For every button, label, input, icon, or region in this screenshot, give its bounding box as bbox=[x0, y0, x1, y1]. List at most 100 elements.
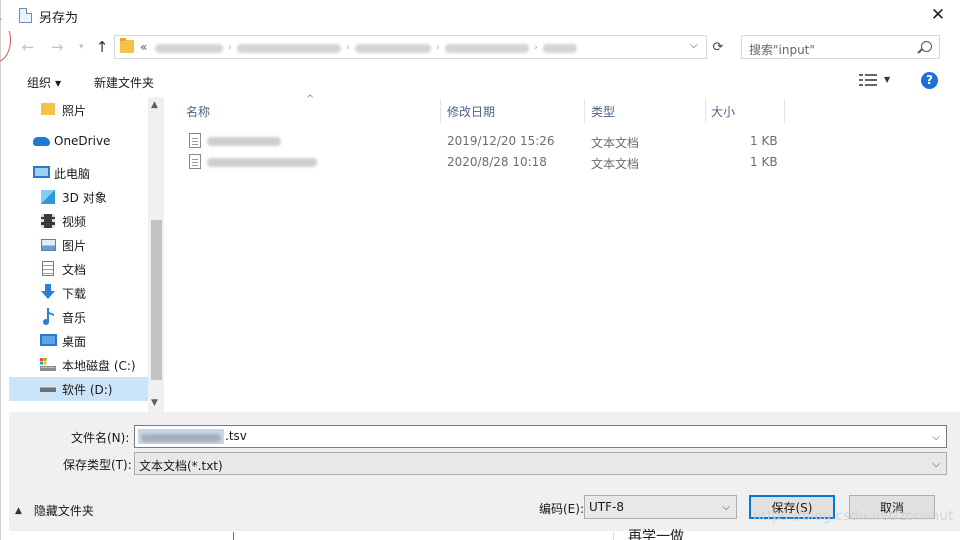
chevron-down-icon: ⌵ bbox=[932, 459, 940, 470]
chevron-down-icon: ▼ bbox=[55, 79, 62, 88]
chevron-right-icon[interactable]: › bbox=[529, 43, 543, 53]
sidebar-item-label: 下载 bbox=[62, 286, 87, 301]
chevron-down-icon[interactable]: ⌵ bbox=[690, 40, 698, 51]
filetype-label: 保存类型(T): bbox=[63, 458, 132, 472]
text-file-icon bbox=[189, 133, 201, 148]
chevron-right-icon[interactable]: › bbox=[431, 43, 445, 53]
column-header-type[interactable]: 类型 bbox=[591, 97, 615, 125]
sidebar-item-onedrive[interactable]: OneDrive bbox=[9, 129, 149, 153]
encoding-label: 编码(E): bbox=[539, 502, 584, 516]
refresh-icon[interactable]: ⟳ bbox=[708, 35, 728, 59]
sidebar-item-videos[interactable]: 视频 bbox=[9, 209, 149, 233]
cube-3d-icon bbox=[41, 190, 55, 204]
close-icon[interactable]: ✕ bbox=[924, 3, 952, 27]
text-file-icon bbox=[189, 154, 201, 169]
hide-folders-label: 隐藏文件夹 bbox=[33, 504, 94, 518]
column-divider[interactable] bbox=[584, 99, 585, 123]
computer-icon bbox=[33, 166, 50, 178]
address-bar[interactable]: « › › › › ⌵ bbox=[114, 35, 707, 59]
search-placeholder: 搜索"input" bbox=[749, 43, 815, 57]
sidebar-item-label: 此电脑 bbox=[54, 166, 91, 181]
file-type: 文本文档 bbox=[591, 136, 640, 150]
table-row[interactable]: 2020/8/28 10:18 文本文档 1 KB bbox=[164, 152, 960, 173]
filename-input[interactable]: .tsv ⌵ bbox=[134, 425, 947, 448]
chevron-down-icon[interactable]: ▼ bbox=[884, 75, 890, 84]
sidebar-item-label: 桌面 bbox=[62, 334, 87, 349]
view-options-icon[interactable] bbox=[859, 74, 877, 86]
save-as-dialog: 另存为 ✕ ← → ▾ ↑ « › › › › ⌵ ⟳ 搜索"input" 组织… bbox=[0, 0, 960, 540]
sidebar-item-documents[interactable]: 文档 bbox=[9, 257, 149, 281]
sidebar-item-desktop[interactable]: 桌面 bbox=[9, 329, 149, 353]
chevron-down-icon[interactable]: ⌵ bbox=[932, 432, 940, 443]
hide-folders-toggle[interactable]: ▲ 隐藏文件夹 bbox=[15, 502, 94, 519]
file-name-obscured bbox=[207, 137, 281, 146]
filetype-select[interactable]: 文本文档(*.txt) ⌵ bbox=[134, 452, 947, 475]
search-icon[interactable] bbox=[921, 41, 932, 52]
sidebar-item-label: 软件 (D:) bbox=[62, 382, 113, 397]
file-list: ^ 名称 修改日期 类型 大小 2019/12/20 15:26 文本文档 1 … bbox=[164, 94, 960, 412]
title-bar: 另存为 ✕ bbox=[1, 0, 960, 31]
sidebar-item-photos[interactable]: 照片 bbox=[9, 98, 149, 122]
address-overflow-icon[interactable]: « bbox=[140, 40, 147, 54]
sidebar-item-local-disk-c[interactable]: 本地磁盘 (C:) bbox=[9, 353, 149, 377]
organize-button[interactable]: 组织 ▼ bbox=[27, 74, 61, 91]
background-page-strip bbox=[1, 531, 960, 540]
column-header-size[interactable]: 大小 bbox=[711, 97, 735, 125]
desktop-icon bbox=[40, 334, 57, 346]
sort-ascending-icon: ^ bbox=[306, 94, 315, 105]
search-input[interactable]: 搜索"input" bbox=[741, 35, 940, 59]
sidebar-item-label: 图片 bbox=[62, 238, 87, 253]
file-size: 1 KB bbox=[750, 155, 778, 169]
breadcrumb-item[interactable] bbox=[237, 43, 341, 53]
new-folder-button[interactable]: 新建文件夹 bbox=[94, 74, 154, 91]
chevron-up-icon: ▲ bbox=[15, 505, 22, 516]
scroll-down-icon[interactable]: ▼ bbox=[151, 398, 158, 408]
breadcrumb-item[interactable] bbox=[543, 43, 577, 53]
background-divider bbox=[233, 532, 234, 540]
forward-arrow-icon[interactable]: → bbox=[46, 36, 68, 58]
disk-c-icon bbox=[40, 358, 56, 372]
onedrive-icon bbox=[33, 137, 50, 146]
sidebar-item-this-pc[interactable]: 此电脑 bbox=[9, 161, 149, 185]
sidebar-item-label: 本地磁盘 (C:) bbox=[62, 358, 136, 373]
up-arrow-icon[interactable]: ↑ bbox=[91, 36, 113, 58]
back-arrow-icon[interactable]: ← bbox=[17, 36, 39, 58]
chevron-right-icon[interactable]: › bbox=[341, 43, 355, 53]
folder-icon bbox=[41, 103, 55, 115]
sidebar-item-label: 3D 对象 bbox=[62, 190, 107, 205]
filename-obscured bbox=[141, 434, 221, 442]
sidebar-item-label: 文档 bbox=[62, 262, 87, 277]
table-row[interactable]: 2019/12/20 15:26 文本文档 1 KB bbox=[164, 131, 960, 152]
sidebar-item-software-d[interactable]: 软件 (D:) bbox=[9, 377, 149, 401]
sidebar-item-label: 照片 bbox=[62, 103, 87, 118]
recent-locations-icon[interactable]: ▾ bbox=[79, 42, 84, 52]
sidebar-item-music[interactable]: 音乐 bbox=[9, 305, 149, 329]
filename-extension: .tsv bbox=[225, 429, 247, 443]
breadcrumb-item[interactable] bbox=[155, 43, 223, 53]
chevron-right-icon[interactable]: › bbox=[223, 43, 237, 53]
video-icon bbox=[41, 214, 55, 228]
dialog-icon bbox=[19, 8, 32, 23]
chevron-down-icon: ⌵ bbox=[722, 502, 730, 513]
sidebar-scroll-thumb[interactable] bbox=[151, 220, 162, 380]
scroll-up-icon[interactable]: ▲ bbox=[151, 100, 158, 110]
breadcrumb-item[interactable] bbox=[445, 43, 529, 53]
column-divider[interactable] bbox=[440, 99, 441, 123]
help-icon[interactable]: ? bbox=[921, 72, 938, 89]
encoding-select[interactable]: UTF-8 ⌵ bbox=[584, 495, 737, 519]
documents-icon bbox=[42, 261, 54, 276]
column-header-name[interactable]: 名称 bbox=[186, 97, 210, 125]
column-header-modified[interactable]: 修改日期 bbox=[447, 97, 495, 125]
file-modified: 2020/8/28 10:18 bbox=[447, 155, 547, 169]
column-divider[interactable] bbox=[784, 99, 785, 123]
sidebar-item-3d-objects[interactable]: 3D 对象 bbox=[9, 185, 149, 209]
music-icon bbox=[41, 308, 55, 326]
sidebar-item-downloads[interactable]: 下载 bbox=[9, 281, 149, 305]
navigation-pane: 照片 OneDrive 此电脑 3D 对象 视频 图片 文档 下载 音乐 桌面 … bbox=[9, 97, 164, 412]
folder-icon bbox=[120, 38, 134, 53]
pictures-icon bbox=[41, 239, 56, 251]
sidebar-item-pictures[interactable]: 图片 bbox=[9, 233, 149, 257]
disk-d-icon bbox=[40, 387, 56, 392]
column-divider[interactable] bbox=[705, 99, 706, 123]
breadcrumb-item[interactable] bbox=[355, 43, 431, 53]
